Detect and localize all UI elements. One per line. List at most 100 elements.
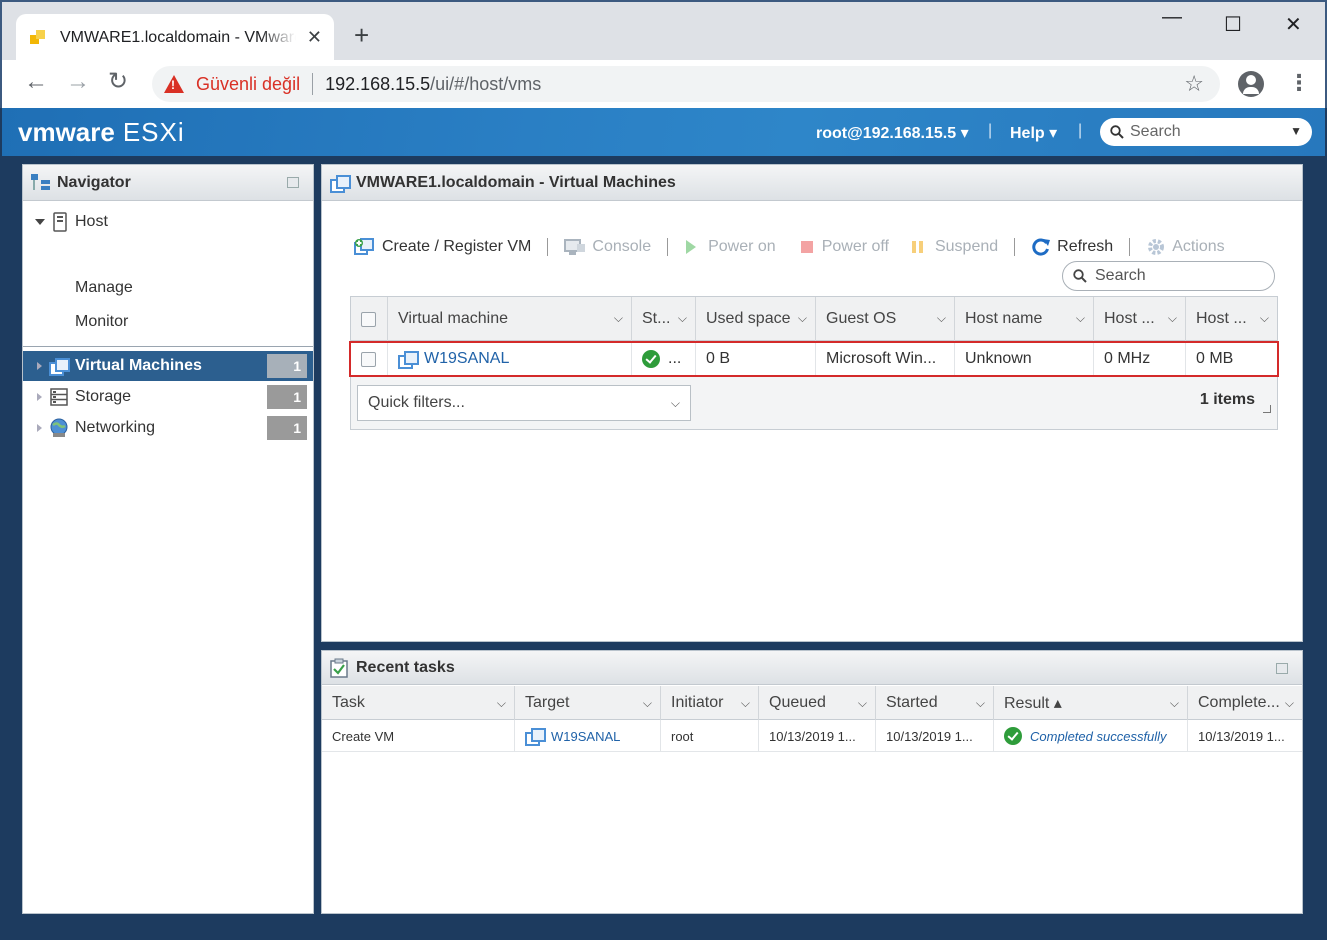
row-checkbox[interactable] xyxy=(361,351,376,367)
vm-search-input[interactable]: Search xyxy=(1062,261,1275,291)
omnibox[interactable]: Güvenli değil 192.168.15.5/ui/#/host/vms… xyxy=(152,66,1220,102)
nav-item-networking[interactable]: Networking 1 xyxy=(23,413,313,443)
chevron-down-icon[interactable]: ⌵ xyxy=(1285,696,1294,711)
recent-tasks-panel: Recent tasks Task ⌵ Target ⌵ Initiator ⌵ Qu… xyxy=(321,650,1303,914)
vm-name-link[interactable]: W19SANAL xyxy=(424,350,509,368)
column-host-memory[interactable]: Host ... ⌵ xyxy=(1186,297,1277,341)
nav-item-storage[interactable]: Storage 1 xyxy=(23,382,313,412)
column-host-name[interactable]: Host name ⌵ xyxy=(955,297,1094,341)
expand-right-icon[interactable] xyxy=(37,424,42,432)
tab-close-icon[interactable]: ✕ xyxy=(307,27,322,48)
user-menu[interactable]: root@192.168.15.5 ▾ xyxy=(816,123,969,143)
console-button[interactable]: Console xyxy=(564,238,651,256)
browser-tab[interactable]: VMWARE1.localdomain - VMware ESXi ✕ xyxy=(16,14,334,62)
storage-icon xyxy=(50,388,68,406)
help-menu[interactable]: Help ▾ xyxy=(1010,123,1057,143)
chevron-down-icon[interactable]: ⌵ xyxy=(1260,311,1269,326)
target-cell[interactable]: W19SANAL xyxy=(515,720,661,752)
chevron-down-icon[interactable]: ⌵ xyxy=(671,396,680,411)
select-all-checkbox[interactable] xyxy=(361,311,376,327)
column-started[interactable]: Started ⌵ xyxy=(876,686,994,720)
suspend-label: Suspend xyxy=(934,238,999,255)
nav-item-manage[interactable]: Manage xyxy=(23,273,313,303)
expand-right-icon[interactable] xyxy=(37,362,42,370)
nav-item-host[interactable]: Host xyxy=(23,207,313,237)
column-host-cpu[interactable]: Host ... ⌵ xyxy=(1094,297,1186,341)
vm-name-cell[interactable]: W19SANAL xyxy=(388,341,632,377)
column-result[interactable]: Result ▴ ⌵ xyxy=(994,686,1188,720)
chevron-down-icon[interactable]: ⌵ xyxy=(937,311,946,326)
power-on-button[interactable]: Power on xyxy=(684,238,776,256)
column-virtual-machine[interactable]: Virtual machine ⌵ xyxy=(388,297,632,341)
column-queued[interactable]: Queued ⌵ xyxy=(759,686,876,720)
chevron-down-icon[interactable]: ⌵ xyxy=(1076,311,1085,326)
chevron-down-icon[interactable]: ⌵ xyxy=(741,696,750,711)
chevron-down-icon[interactable]: ⌵ xyxy=(497,696,506,711)
back-arrow-icon[interactable]: ← xyxy=(24,70,48,94)
table-row[interactable]: W19SANAL ... 0 B Microsoft Win... Unknow… xyxy=(351,341,1277,377)
column-label: Initiator xyxy=(671,694,724,711)
virtual-machines-icon xyxy=(49,358,70,376)
select-all-column[interactable] xyxy=(351,297,388,341)
column-initiator[interactable]: Initiator ⌵ xyxy=(661,686,759,720)
quick-filters-select[interactable]: Quick filters... ⌵ xyxy=(357,385,691,421)
nav-storage-label: Storage xyxy=(75,388,132,405)
actions-button[interactable]: Actions xyxy=(1146,237,1225,257)
expand-right-icon[interactable] xyxy=(37,393,42,401)
column-label: Host ... xyxy=(1104,310,1155,327)
items-count: 1 items xyxy=(1199,391,1255,408)
chevron-down-icon[interactable]: ⌵ xyxy=(614,311,623,326)
column-guest-os[interactable]: Guest OS ⌵ xyxy=(816,297,955,341)
column-status[interactable]: St... ⌵ xyxy=(632,297,696,341)
header-divider: | xyxy=(988,122,993,139)
create-register-vm-label: Create / Register VM xyxy=(382,238,532,255)
expand-down-icon[interactable] xyxy=(35,219,45,225)
column-used-space[interactable]: Used space ⌵ xyxy=(696,297,816,341)
actions-label: Actions xyxy=(1172,238,1225,255)
chevron-down-icon[interactable]: ⌵ xyxy=(1170,696,1179,711)
nav-item-virtual-machines[interactable]: Virtual Machines 1 xyxy=(23,351,313,381)
count-badge: 1 xyxy=(267,416,307,440)
create-register-vm-button[interactable]: Create / Register VM xyxy=(354,238,531,256)
vmware-favicon-icon xyxy=(30,30,46,46)
refresh-button[interactable]: Refresh xyxy=(1031,237,1113,257)
success-check-icon xyxy=(1004,727,1022,745)
column-task[interactable]: Task ⌵ xyxy=(322,686,515,720)
omnibox-divider xyxy=(312,73,314,95)
chevron-down-icon[interactable]: ⌵ xyxy=(858,696,867,711)
play-icon xyxy=(686,240,697,254)
collapse-panel-icon[interactable] xyxy=(287,177,299,188)
target-link[interactable]: W19SANAL xyxy=(551,729,620,744)
forward-arrow-icon[interactable]: → xyxy=(66,70,90,94)
power-off-button[interactable]: Power off xyxy=(800,238,889,256)
chevron-down-icon[interactable]: ⌵ xyxy=(643,696,652,711)
reload-icon[interactable]: ↻ xyxy=(108,70,128,94)
used-space-cell: 0 B xyxy=(696,341,816,377)
header-search-input[interactable]: Search ▼ xyxy=(1100,118,1312,146)
profile-avatar-icon[interactable] xyxy=(1238,71,1264,97)
vm-grid: Virtual machine ⌵ St... ⌵ Used space ⌵ Gues… xyxy=(349,296,1279,430)
url-host: 192.168.15.5 xyxy=(325,73,431,94)
column-completed[interactable]: Complete... ⌵ xyxy=(1188,686,1302,720)
vm-grid-footer: Quick filters... ⌵ 1 items xyxy=(351,377,1277,429)
table-row[interactable]: Create VM W19SANAL root 10/13/2019 1... … xyxy=(322,720,1302,752)
security-indicator[interactable]: Güvenli değil xyxy=(196,74,300,95)
url-text[interactable]: 192.168.15.5/ui/#/host/vms xyxy=(325,74,541,95)
resize-grip-icon[interactable] xyxy=(1263,405,1271,413)
row-select-cell[interactable] xyxy=(351,341,388,377)
chevron-down-icon[interactable]: ⌵ xyxy=(798,311,807,326)
chevron-down-icon[interactable]: ⌵ xyxy=(976,696,985,711)
search-dropdown-icon[interactable]: ▼ xyxy=(1290,124,1302,138)
minimize-icon[interactable]: — xyxy=(1162,6,1182,29)
maximize-icon[interactable]: ☐ xyxy=(1224,12,1242,37)
browser-menu-icon[interactable]: ⋮ xyxy=(1288,70,1310,96)
collapse-panel-icon[interactable] xyxy=(1276,663,1288,674)
bookmark-star-icon[interactable]: ☆ xyxy=(1184,71,1204,97)
window-close-icon[interactable]: ✕ xyxy=(1285,12,1302,37)
suspend-button[interactable]: Suspend xyxy=(911,238,998,256)
new-tab-button[interactable]: + xyxy=(354,22,369,48)
column-target[interactable]: Target ⌵ xyxy=(515,686,661,720)
chevron-down-icon[interactable]: ⌵ xyxy=(678,311,687,326)
nav-item-monitor[interactable]: Monitor xyxy=(23,307,313,337)
chevron-down-icon[interactable]: ⌵ xyxy=(1168,311,1177,326)
